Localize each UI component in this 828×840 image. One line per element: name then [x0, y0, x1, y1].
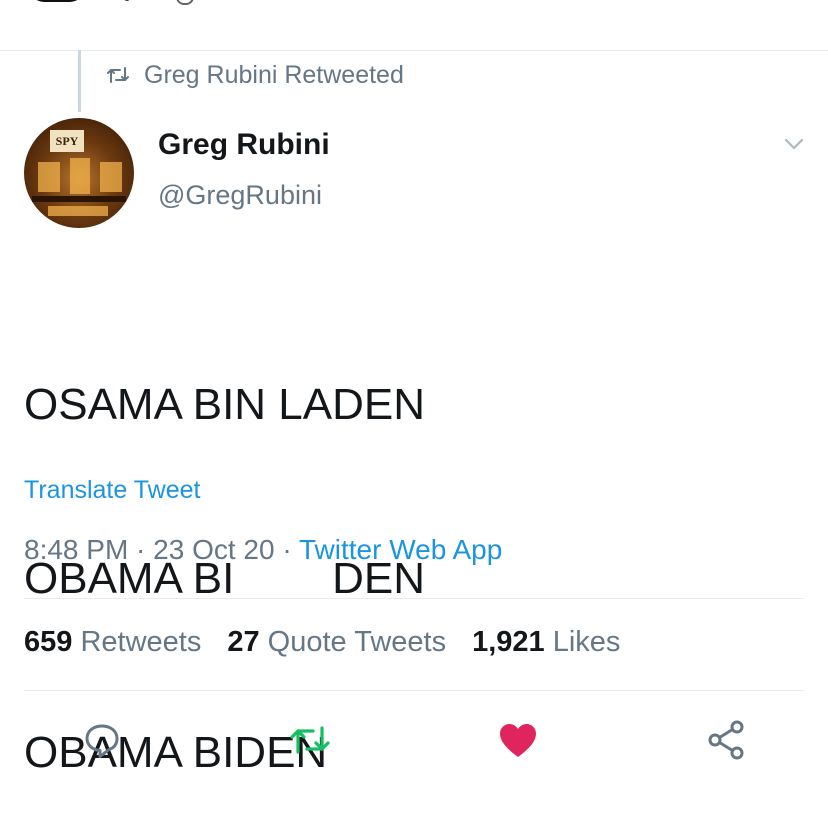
previous-tweet-cutoff: [0, 0, 828, 50]
quote-tweets-label: Quote Tweets: [267, 626, 447, 658]
retweet-context-label: Greg Rubini Retweeted: [144, 60, 404, 89]
retweets-label: Retweets: [80, 626, 202, 658]
stats-divider: [24, 690, 804, 691]
meta-separator: ·: [274, 534, 299, 565]
source-app-link[interactable]: Twitter Web App: [299, 534, 502, 565]
tweet-time[interactable]: 8:48 PM: [24, 534, 128, 565]
retweet-context[interactable]: Greg Rubini Retweeted: [106, 58, 404, 92]
translate-tweet-link[interactable]: Translate Tweet: [24, 476, 200, 505]
retweets-stat[interactable]: 659 Retweets: [24, 626, 201, 659]
previous-content-fragment: [176, 0, 194, 5]
tweet-top-divider: [0, 50, 828, 51]
tweet-line: OSAMA BIN LADEN: [24, 380, 426, 429]
author-handle[interactable]: @GregRubini: [158, 180, 322, 211]
previous-content-fragment: [124, 0, 130, 1]
retweet-small-icon: [106, 66, 130, 84]
reply-icon[interactable]: [80, 718, 124, 762]
previous-avatar-fragment: [30, 0, 84, 2]
likes-label: Likes: [552, 626, 621, 658]
quote-tweets-count: 27: [227, 626, 260, 658]
retweets-count: 659: [24, 626, 73, 658]
tweet-date[interactable]: 23 Oct 20: [153, 534, 274, 565]
tweet-stats: 659 Retweets 27 Quote Tweets 1,921 Likes: [24, 626, 620, 659]
share-icon[interactable]: [704, 718, 748, 762]
author-name[interactable]: Greg Rubini: [158, 128, 330, 162]
avatar[interactable]: SPY: [24, 118, 134, 228]
retweet-icon[interactable]: [288, 718, 332, 762]
chevron-down-icon[interactable]: [782, 136, 806, 152]
quote-tweets-stat[interactable]: 27 Quote Tweets: [227, 626, 446, 659]
heart-icon[interactable]: [496, 718, 540, 762]
likes-count: 1,921: [472, 626, 545, 658]
meta-divider: [24, 598, 804, 599]
meta-separator: ·: [128, 534, 154, 565]
tweet-metadata: 8:48 PM · 23 Oct 20 · Twitter Web App: [24, 534, 502, 566]
thread-connector-line: [78, 50, 81, 112]
avatar-logo: SPY: [50, 130, 84, 152]
likes-stat[interactable]: 1,921 Likes: [472, 626, 620, 659]
